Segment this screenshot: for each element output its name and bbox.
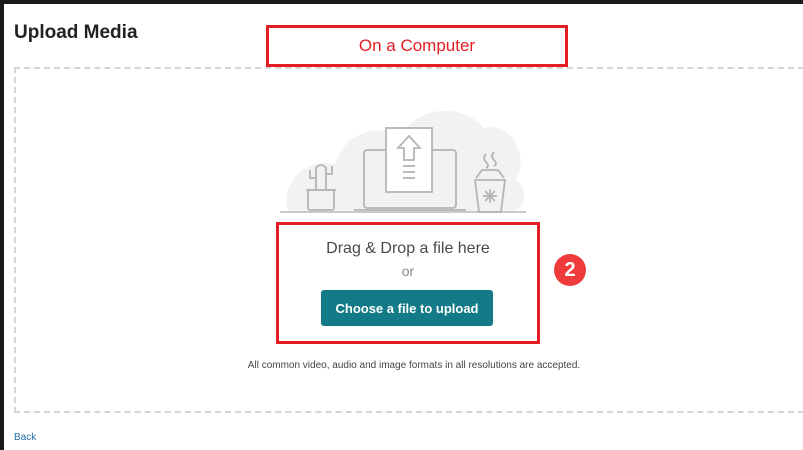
or-separator-text: or xyxy=(401,263,415,279)
step-number-badge: 2 xyxy=(554,254,586,286)
upload-illustration xyxy=(280,110,526,213)
drag-drop-text: Drag & Drop a file here xyxy=(326,240,490,257)
window-frame-left xyxy=(0,0,4,450)
back-link[interactable]: Back xyxy=(14,432,36,443)
annotation-on-computer-label: On a Computer xyxy=(358,36,476,55)
window-frame-top xyxy=(0,0,803,4)
choose-file-button[interactable]: Choose a file to upload xyxy=(321,290,493,326)
accepted-formats-note: All common video, audio and image format… xyxy=(247,360,581,371)
page-title: Upload Media xyxy=(14,22,138,43)
annotation-on-computer-box: On a Computer xyxy=(266,25,568,67)
